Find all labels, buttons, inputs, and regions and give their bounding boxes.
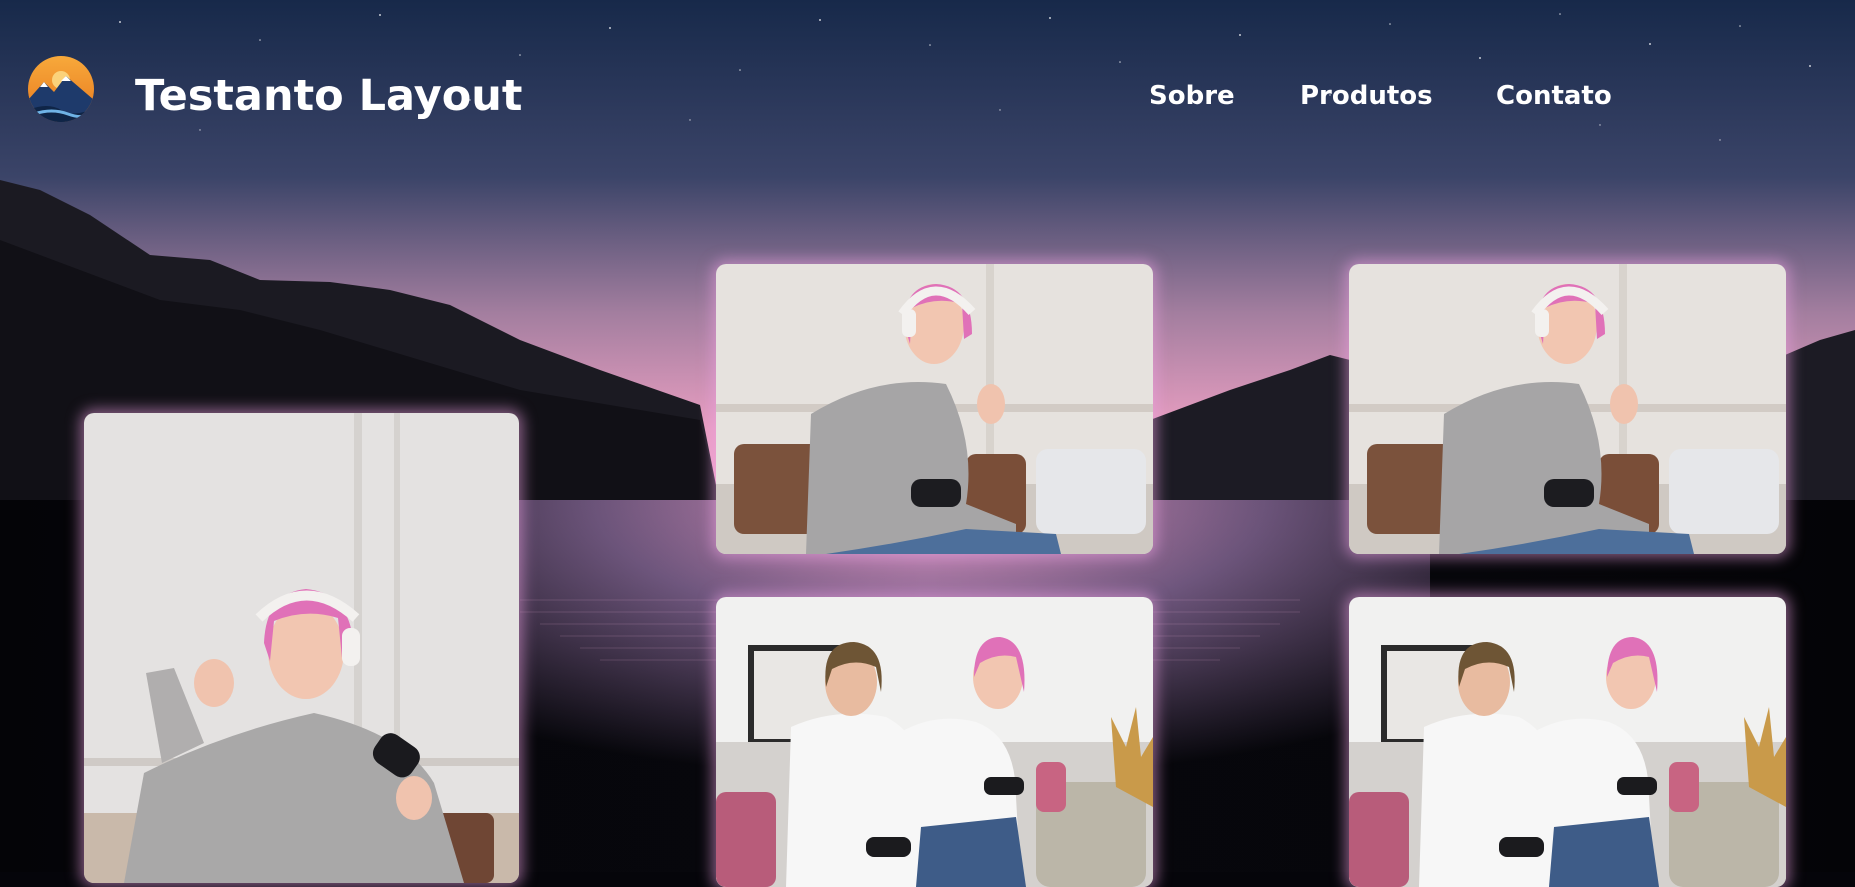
- gallery-image-gamer-girl-rock[interactable]: [84, 413, 519, 883]
- gallery-image-gamer-girl-playing-2[interactable]: [1349, 264, 1786, 554]
- nav-link-contato[interactable]: Contato: [1496, 78, 1612, 114]
- gallery-image-gamer-girl-playing-1[interactable]: [716, 264, 1153, 554]
- main-nav: Sobre Produtos Contato: [0, 78, 1855, 114]
- nav-link-produtos[interactable]: Produtos: [1300, 78, 1433, 114]
- site-header: Testanto Layout Sobre Produtos Contato: [0, 0, 1855, 190]
- gallery-image-couple-gaming-2[interactable]: [1349, 597, 1786, 887]
- nav-link-sobre[interactable]: Sobre: [1149, 78, 1235, 114]
- gallery-image-couple-gaming-1[interactable]: [716, 597, 1153, 887]
